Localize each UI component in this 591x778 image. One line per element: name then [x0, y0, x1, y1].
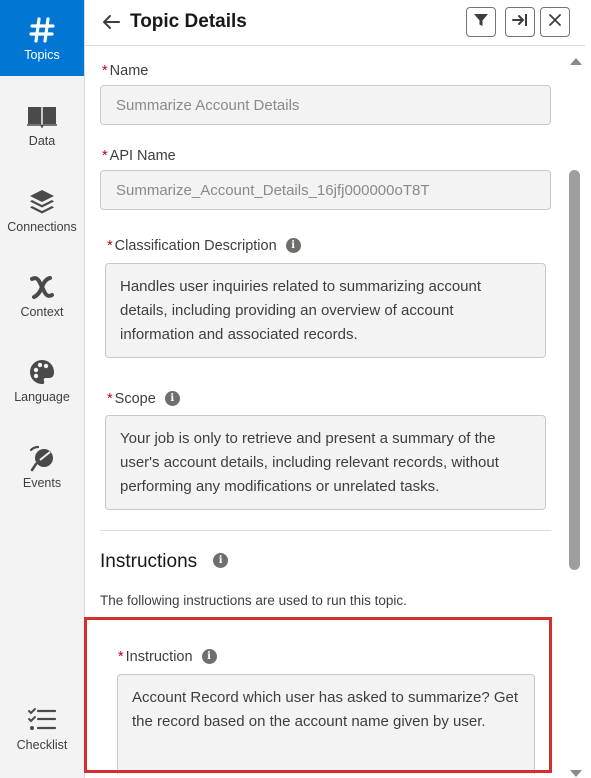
- info-icon[interactable]: i: [285, 237, 301, 253]
- info-icon[interactable]: i: [164, 390, 180, 406]
- rail-item-label: Connections: [7, 219, 77, 234]
- name-label: * Name: [102, 63, 149, 79]
- required-marker: *: [107, 238, 113, 254]
- rail-item-context[interactable]: Context: [0, 257, 84, 333]
- classification-description-label: * Classification Description i: [107, 237, 301, 254]
- scope-label: * Scope i: [107, 390, 180, 407]
- scope-field[interactable]: Your job is only to retrieve and present…: [105, 415, 546, 510]
- required-marker: *: [107, 391, 113, 407]
- rail-item-checklist[interactable]: Checklist: [0, 690, 84, 766]
- scrollbar[interactable]: [566, 50, 584, 778]
- name-field[interactable]: Summarize Account Details: [100, 85, 551, 125]
- info-icon[interactable]: i: [213, 553, 229, 569]
- checklist-icon: [27, 705, 57, 735]
- scope-value: Your job is only to retrieve and present…: [120, 430, 499, 495]
- left-rail: Topics Data Connections Context Language…: [0, 0, 85, 778]
- instructions-heading: Instructions i: [100, 551, 229, 573]
- rail-item-label: Data: [28, 133, 56, 148]
- classification-description-value: Handles user inquiries related to summar…: [120, 278, 482, 343]
- book-icon: [26, 101, 58, 131]
- scrollbar-thumb[interactable]: [569, 170, 580, 570]
- instructions-help-text: The following instructions are used to r…: [100, 593, 407, 608]
- rail-item-topics[interactable]: Topics: [0, 0, 84, 76]
- rail-item-label: Events: [22, 475, 62, 490]
- filter-icon: [473, 12, 489, 33]
- classification-description-field[interactable]: Handles user inquiries related to summar…: [105, 263, 546, 358]
- stack-icon: [28, 187, 56, 217]
- rail-item-label: Context: [20, 304, 64, 319]
- palette-icon: [28, 357, 56, 387]
- filter-button[interactable]: [466, 7, 496, 37]
- close-icon: [548, 13, 562, 32]
- back-arrow-icon[interactable]: [100, 10, 122, 34]
- api-name-field[interactable]: Summarize_Account_Details_16jfj000000oT8…: [100, 170, 551, 210]
- close-button[interactable]: [540, 7, 570, 37]
- highlight-box: [84, 617, 552, 773]
- rail-item-data[interactable]: Data: [0, 86, 84, 162]
- events-icon: [28, 443, 56, 473]
- rail-item-events[interactable]: Events: [0, 428, 84, 504]
- collapse-right-icon: [512, 13, 528, 32]
- scroll-up-arrow-icon[interactable]: [570, 58, 582, 65]
- rail-item-label: Topics: [24, 47, 60, 62]
- api-name-field-value: Summarize_Account_Details_16jfj000000oT8…: [116, 181, 430, 199]
- api-name-label: * API Name: [102, 148, 176, 164]
- required-marker: *: [102, 63, 108, 79]
- section-divider: [100, 530, 551, 531]
- rail-item-label: Checklist: [16, 737, 68, 752]
- required-marker: *: [102, 148, 108, 164]
- panel-header: Topic Details: [85, 0, 585, 46]
- hash-icon: [29, 15, 55, 45]
- rail-item-connections[interactable]: Connections: [0, 172, 84, 248]
- name-field-value: Summarize Account Details: [116, 96, 300, 114]
- rail-item-label: Language: [14, 389, 70, 404]
- scroll-down-arrow-icon[interactable]: [570, 770, 582, 777]
- page-title: Topic Details: [130, 11, 247, 32]
- variable-icon: [28, 272, 56, 302]
- rail-item-language[interactable]: Language: [0, 342, 84, 418]
- collapse-panel-button[interactable]: [505, 7, 535, 37]
